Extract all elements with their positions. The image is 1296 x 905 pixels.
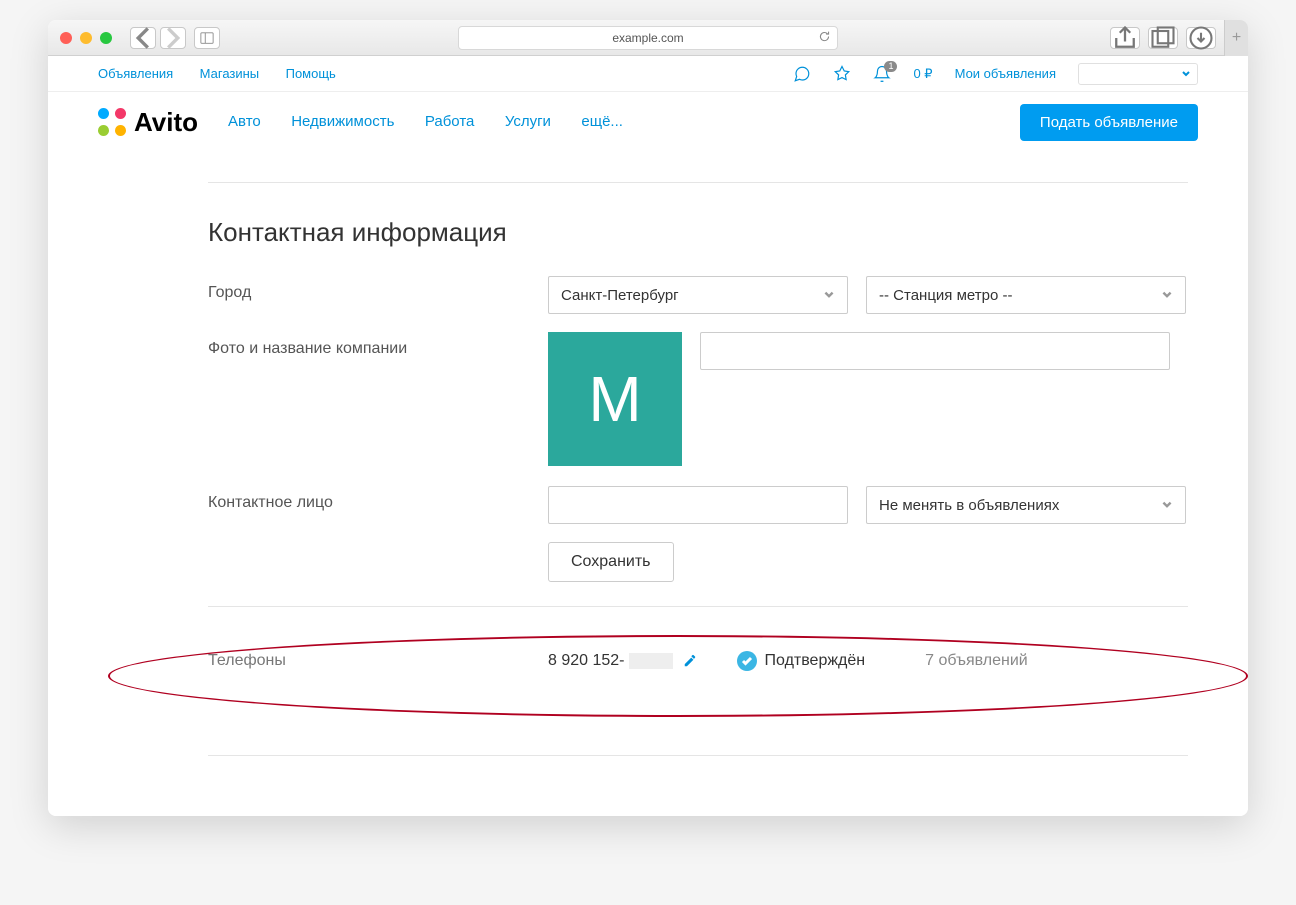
cat-more[interactable]: ещё... [581,113,623,130]
address-bar[interactable]: example.com [458,26,838,50]
company-label: Фото и название компании [208,332,548,358]
metro-select[interactable]: -- Станция метро -- [866,276,1186,314]
window-close[interactable] [60,32,72,44]
share-icon[interactable] [1110,27,1140,49]
reload-icon[interactable] [818,30,831,46]
contact-person-input[interactable] [548,486,848,524]
company-avatar[interactable]: М [548,332,682,466]
cat-jobs[interactable]: Работа [425,113,475,130]
nav-forward-button[interactable] [160,27,186,49]
city-value: Санкт-Петербург [561,287,679,304]
logo-text: Avito [134,107,198,138]
window-minimize[interactable] [80,32,92,44]
city-select[interactable]: Санкт-Петербург [548,276,848,314]
url-text: example.com [612,31,683,45]
phone-number: 8 920 152- [548,652,697,670]
browser-titlebar: example.com + [48,20,1248,56]
notifications-icon[interactable]: 1 [873,65,891,83]
cat-auto[interactable]: Авто [228,113,261,130]
post-ad-button[interactable]: Подать объявление [1020,104,1198,141]
notification-count: 1 [884,61,897,72]
new-tab-button[interactable]: + [1224,20,1248,56]
phones-label: Телефоны [208,652,548,670]
favorites-icon[interactable] [833,65,851,83]
messages-icon[interactable] [793,65,811,83]
company-name-input[interactable] [700,332,1170,370]
window-zoom[interactable] [100,32,112,44]
my-ads-link[interactable]: Мои объявления [955,66,1056,81]
user-menu-dropdown[interactable] [1078,63,1198,85]
ads-count: 7 объявлений [925,652,1028,670]
logo-icon [98,108,126,136]
contact-mode-value: Не менять в объявлениях [879,497,1059,514]
downloads-icon[interactable] [1186,27,1216,49]
tabs-icon[interactable] [1148,27,1178,49]
balance-link[interactable]: 0 ₽ [913,66,932,82]
cat-realty[interactable]: Недвижимость [291,113,394,130]
nav-back-button[interactable] [130,27,156,49]
edit-phone-icon[interactable] [683,654,697,668]
nav-shops[interactable]: Магазины [200,66,260,81]
nav-help[interactable]: Помощь [286,66,336,81]
logo[interactable]: Avito [98,107,198,138]
verified-text: Подтверждён [765,652,866,670]
cat-services[interactable]: Услуги [505,113,551,130]
verified-icon [737,651,757,671]
contact-mode-select[interactable]: Не менять в объявлениях [866,486,1186,524]
sidebar-toggle[interactable] [194,27,220,49]
section-title: Контактная информация [208,217,1188,248]
nav-listings[interactable]: Объявления [98,66,173,81]
avatar-letter: М [588,362,641,436]
save-button[interactable]: Сохранить [548,542,674,582]
metro-placeholder: -- Станция метро -- [879,287,1012,304]
contact-label: Контактное лицо [208,486,548,512]
annotation-ellipse [108,635,1248,717]
city-label: Город [208,276,548,302]
